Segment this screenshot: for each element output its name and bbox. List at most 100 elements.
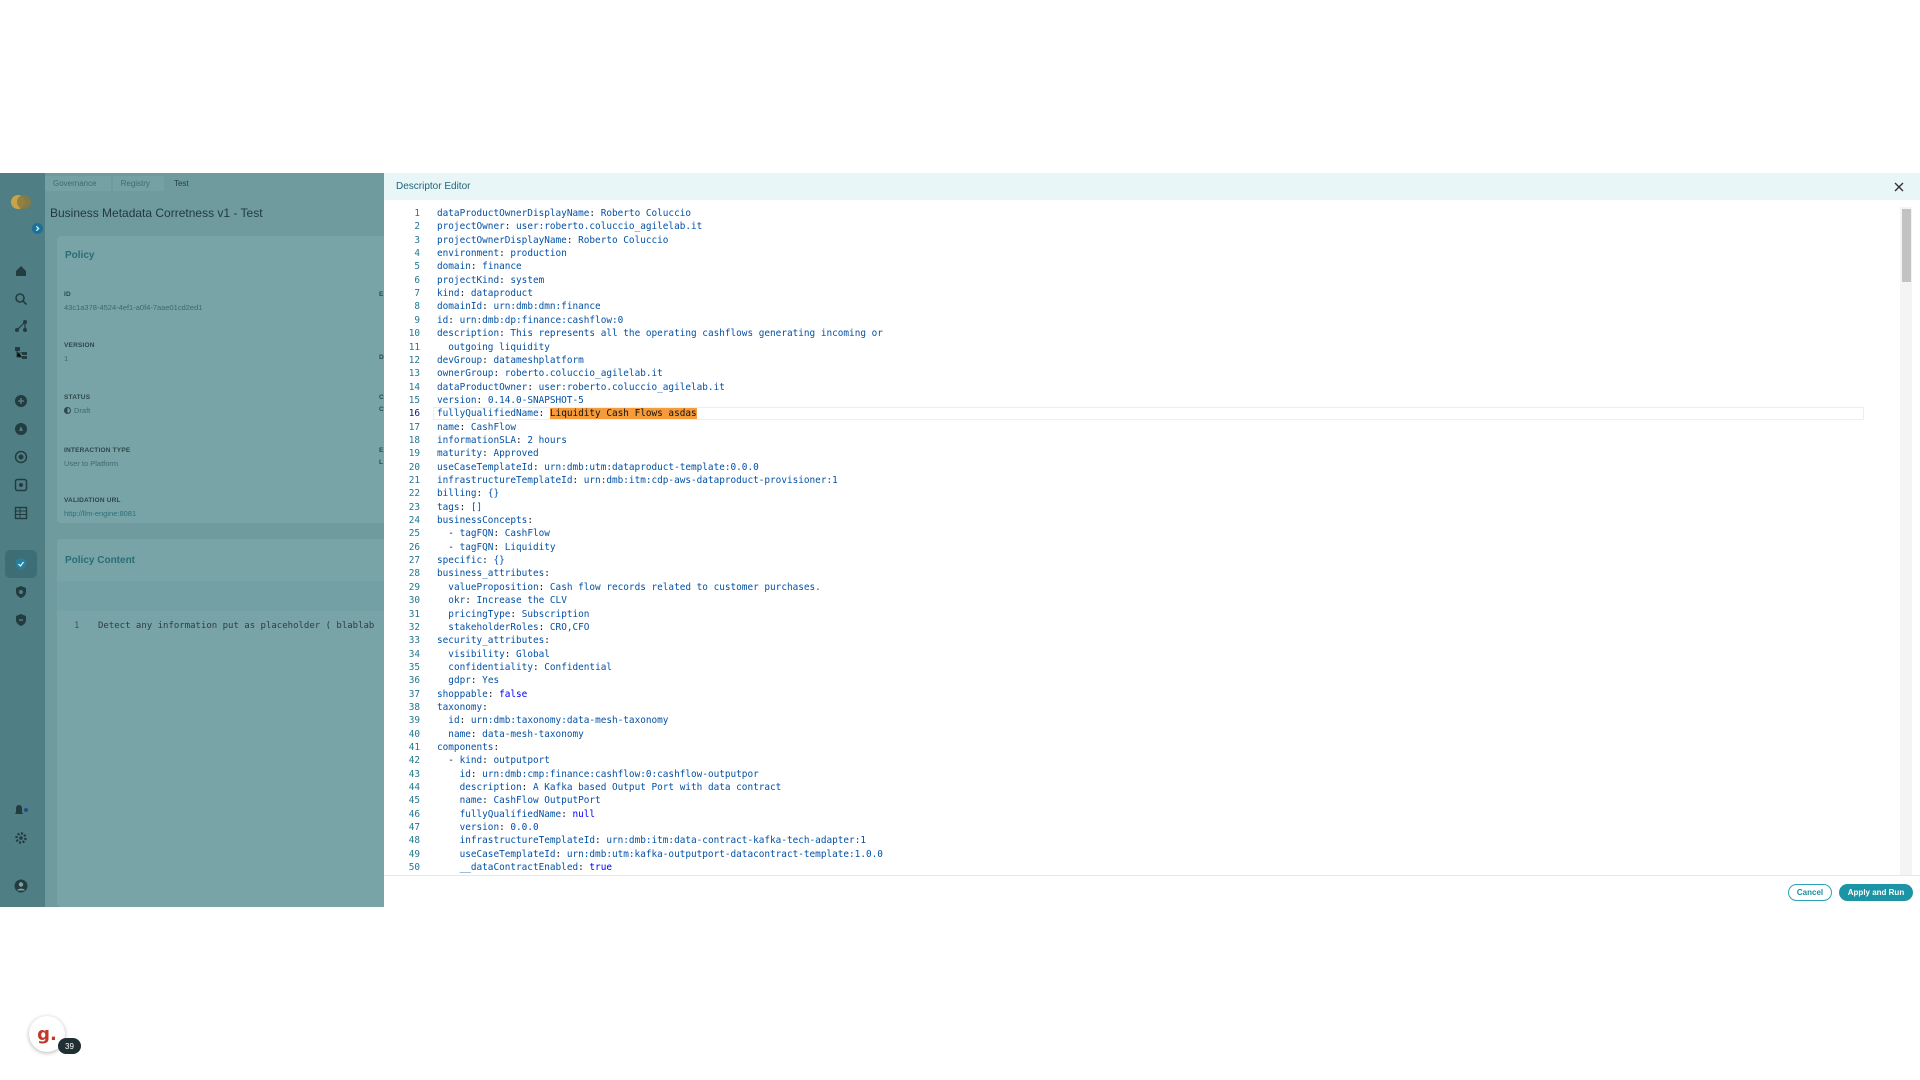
code-colon: : <box>555 848 567 860</box>
shield-check-icon[interactable] <box>13 556 29 572</box>
code-value: finance <box>482 261 522 273</box>
code-key: useCaseTemplateId <box>437 461 533 473</box>
app-logo-icon[interactable] <box>10 193 32 211</box>
code-key: dataProductOwner <box>437 381 528 393</box>
code-text: id: urn:dmb:dp:finance:cashflow:0 <box>437 314 623 327</box>
code-key: projectOwner <box>437 221 505 233</box>
right-column-glimpse-0: E <box>379 291 384 298</box>
code-value: 2 hours <box>527 434 567 446</box>
home-icon[interactable] <box>13 263 29 279</box>
code-value: urn:dmb:dp:finance:cashflow:0 <box>459 314 624 326</box>
code-key: environment <box>437 248 500 260</box>
version-value: 1 <box>64 354 69 363</box>
apply-and-run-button[interactable]: Apply and Run <box>1839 884 1913 901</box>
notification-bell-icon[interactable] <box>13 802 29 818</box>
code-colon: : <box>476 488 488 500</box>
code-text: stakeholderRoles: CRO,CFO <box>437 621 589 634</box>
code-colon: : <box>589 208 601 219</box>
code-colon: : <box>504 221 517 233</box>
code-key: kind <box>459 755 483 767</box>
code-key: name <box>437 421 460 433</box>
code-key: description <box>459 782 522 794</box>
code-key: domain <box>437 261 471 273</box>
line-number: 42 <box>408 755 420 767</box>
line-number: 34 <box>408 648 420 660</box>
line-number: 23 <box>408 501 420 513</box>
code-key: id <box>448 715 460 727</box>
policy-card: Policy ID 43c1a378-4524-4ef1-a0f4-7aae01… <box>57 236 385 523</box>
code-text: useCaseTemplateId: urn:dmb:utm:dataprodu… <box>437 461 759 474</box>
drawer-title: Descriptor Editor <box>396 181 471 192</box>
code-colon: : <box>470 675 483 687</box>
search-icon[interactable] <box>13 291 29 307</box>
line-number: 31 <box>408 608 420 620</box>
code-colon: : <box>448 314 460 326</box>
code-colon: : <box>470 728 483 740</box>
code-colon: : <box>532 461 545 473</box>
code-text: specific: {} <box>437 554 505 567</box>
line-number: 1 <box>414 208 420 219</box>
code-value: Confidential <box>544 661 612 673</box>
code-text: version: 0.0.0 <box>437 821 539 834</box>
code-key: maturity <box>437 448 483 460</box>
code-key: fullyQualifiedName <box>437 408 539 420</box>
line-number: 30 <box>408 595 420 607</box>
target-icon[interactable] <box>13 449 29 465</box>
code-value: Roberto Coluccio <box>600 208 692 219</box>
shield-icon[interactable] <box>13 584 29 600</box>
code-colon: : <box>499 328 511 340</box>
code-value: outgoing liquidity <box>437 341 550 353</box>
code-value: dataproduct <box>470 288 533 300</box>
code-text: business_attributes: <box>437 567 550 580</box>
table-icon[interactable] <box>13 505 29 521</box>
close-icon[interactable] <box>1893 180 1905 192</box>
code-key: pricingType <box>448 608 511 620</box>
line-number: 3 <box>414 234 420 246</box>
code-editor[interactable]: 1 dataProductOwnerDisplayName: Roberto Co… <box>384 207 1899 875</box>
code-text: informationSLA: 2 hours <box>437 434 567 447</box>
code-colon: : <box>561 808 573 820</box>
code-text: description: A Kafka based Output Port w… <box>437 781 782 794</box>
code-colon: : <box>538 408 550 420</box>
user-profile-icon[interactable] <box>13 878 29 894</box>
code-text: name: CashFlow OutputPort <box>437 794 601 807</box>
policy-content-card: Policy Content 1 Detect any information … <box>57 539 385 907</box>
code-text: dataProductOwnerDisplayName: Roberto Col… <box>437 207 691 220</box>
code-key: shoppable <box>437 688 488 700</box>
code-key: version <box>437 394 477 406</box>
code-colon: : <box>459 288 471 300</box>
code-value: CashFlow <box>470 421 517 433</box>
cancel-button[interactable]: Cancel <box>1788 884 1832 901</box>
editor-scrollbar-thumb[interactable] <box>1902 209 1911 282</box>
interaction-type-value: User to Platform <box>64 459 119 468</box>
validation-url-link[interactable]: http://llm-engine:8081 <box>64 509 136 518</box>
marketplace-icon[interactable] <box>13 393 29 409</box>
graph-icon[interactable] <box>13 318 29 334</box>
editor-scrollbar[interactable] <box>1900 207 1912 875</box>
settings-gear-icon[interactable] <box>13 830 29 846</box>
breadcrumb-governance[interactable]: Governance <box>45 175 111 191</box>
code-colon: : <box>493 368 505 380</box>
compass-icon[interactable] <box>13 421 29 437</box>
policy-content-editor[interactable]: 1 Detect any information put as placehol… <box>57 621 385 639</box>
code-value: Approved <box>493 448 539 460</box>
code-key: projectOwnerDisplayName <box>437 234 567 246</box>
code-colon: : <box>499 822 511 834</box>
code-key: ownerGroup <box>437 368 494 380</box>
breadcrumb-registry[interactable]: Registry <box>112 175 164 191</box>
code-colon: : <box>465 595 477 607</box>
expand-icon[interactable] <box>32 223 43 234</box>
shield-alt-icon[interactable] <box>13 612 29 628</box>
tree-icon[interactable] <box>13 345 29 361</box>
code-colon: : <box>595 835 607 847</box>
box-icon[interactable] <box>13 477 29 493</box>
line-number: 10 <box>408 328 420 340</box>
code-value: 0.0.0 <box>510 822 539 834</box>
code-key: description <box>437 328 500 340</box>
